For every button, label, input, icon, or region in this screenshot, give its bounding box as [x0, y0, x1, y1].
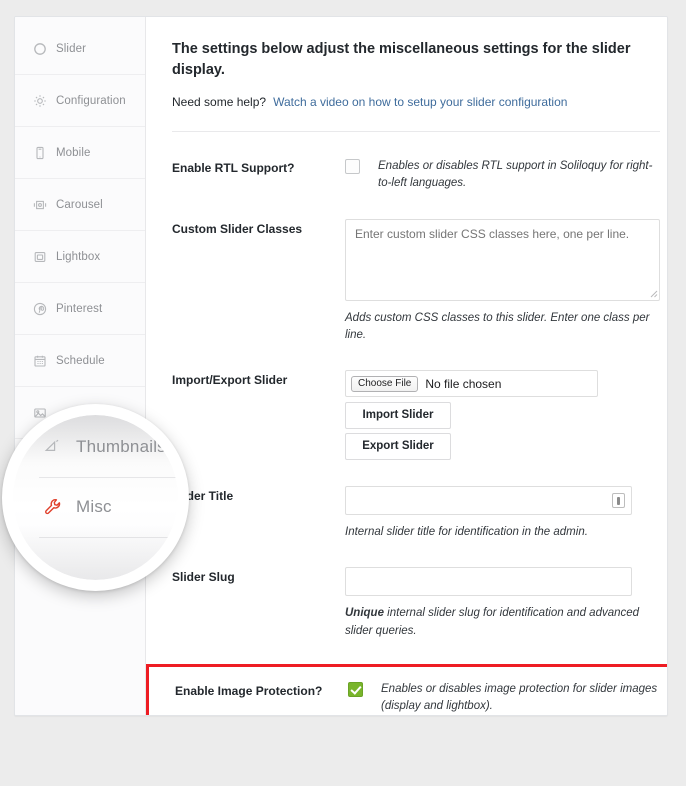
image-protection-description: Enables or disables image protection for… — [381, 682, 658, 713]
pinterest-icon — [33, 302, 47, 316]
slider-slug-description-emphasis: Unique — [345, 607, 384, 620]
help-video-link[interactable]: Watch a video on how to setup your slide… — [273, 95, 567, 109]
slider-slug-description-rest: internal slider slug for identification … — [345, 607, 640, 637]
help-row: Need some help? Watch a video on how to s… — [172, 95, 660, 109]
password-reveal-icon[interactable] — [612, 493, 625, 509]
sidebar-item-carousel[interactable]: Carousel — [15, 179, 145, 231]
wrench-icon — [43, 497, 63, 517]
lightbox-icon — [33, 250, 47, 264]
circle-icon — [33, 42, 47, 56]
magnifier-content: Thumbnails Misc — [13, 415, 178, 580]
calendar-icon — [33, 354, 47, 368]
custom-slider-classes-description: Adds custom CSS classes to this slider. … — [345, 311, 650, 341]
rtl-support-checkbox[interactable] — [345, 159, 360, 175]
magnified-item-misc[interactable]: Misc — [43, 497, 112, 517]
sidebar-item-label: Schedule — [56, 354, 105, 367]
setting-row-custom-classes: Custom Slider Classes Adds custom CSS cl… — [172, 193, 660, 345]
sidebar-item-lightbox[interactable]: Lightbox — [15, 231, 145, 283]
sidebar-item-label: Lightbox — [56, 250, 101, 263]
sidebar-item-label: Slider — [56, 42, 87, 55]
sidebar-item-label: Pinterest — [56, 302, 103, 315]
setting-label-slider-title: Slider Title — [172, 489, 234, 504]
sidebar-item-label: Carousel — [56, 198, 103, 211]
sidebar-item-pinterest[interactable]: Pinterest — [15, 283, 145, 335]
sidebar-item-label: Configuration — [56, 94, 126, 107]
setting-row-slider-slug: Slider Slug Unique internal slider slug … — [172, 541, 660, 640]
magnifier-divider-top — [39, 477, 178, 478]
slider-title-description: Internal slider title for identification… — [345, 526, 588, 539]
export-slider-button[interactable]: Export Slider — [345, 433, 451, 461]
rtl-support-description: Enables or disables RTL support in Solil… — [378, 160, 653, 190]
mobile-icon — [33, 146, 47, 160]
magnified-item-thumbnails[interactable]: Thumbnails — [43, 437, 166, 457]
setting-row-import-export: Import/Export Slider Choose File No file… — [172, 344, 660, 461]
magnifier-lens: Thumbnails Misc — [2, 404, 189, 591]
custom-slider-classes-input[interactable] — [345, 218, 660, 301]
setting-label-slider-slug: Slider Slug — [172, 570, 235, 585]
sidebar-item-mobile[interactable]: Mobile — [15, 127, 145, 179]
file-status-label: No file chosen — [425, 376, 502, 391]
gear-icon — [33, 94, 47, 108]
settings-card: Slider Configuration Mobile Carousel Lig… — [14, 16, 668, 716]
slider-slug-description: Unique internal slider slug for identifi… — [345, 605, 657, 640]
setting-row-image-protection: Enable Image Protection? Enables or disa… — [146, 663, 667, 715]
choose-file-button[interactable]: Choose File — [351, 375, 419, 392]
import-slider-button[interactable]: Import Slider — [345, 402, 451, 430]
image-protection-checkbox[interactable] — [348, 681, 363, 697]
page-title: The settings below adjust the miscellane… — [172, 41, 631, 79]
settings-content: The settings below adjust the miscellane… — [146, 17, 667, 715]
magnifier-divider-bottom — [39, 537, 178, 538]
magnified-item-label: Misc — [76, 497, 112, 516]
setting-label-custom-classes: Custom Slider Classes — [172, 221, 303, 236]
setting-label-import-export: Import/Export Slider — [172, 373, 288, 388]
sidebar-item-configuration[interactable]: Configuration — [15, 75, 145, 127]
help-prefix-label: Need some help? — [172, 95, 267, 110]
slider-slug-input[interactable] — [345, 567, 632, 597]
sidebar-item-schedule[interactable]: Schedule — [15, 335, 145, 387]
setting-row-slider-title: Slider Title Internal slider title for i… — [172, 460, 660, 541]
magnified-item-label: Thumbnails — [76, 437, 166, 456]
screenshot-root: Slider Configuration Mobile Carousel Lig… — [0, 0, 686, 786]
setting-label-image-protection: Enable Image Protection? — [175, 683, 323, 698]
slider-title-input[interactable] — [345, 486, 632, 516]
setting-label-rtl: Enable RTL Support? — [172, 161, 295, 176]
setting-row-image-protection-wrap: Enable Image Protection? Enables or disa… — [146, 663, 667, 715]
setting-row-rtl: Enable RTL Support? Enables or disables … — [172, 132, 660, 193]
settings-sidebar: Slider Configuration Mobile Carousel Lig… — [15, 17, 146, 715]
sidebar-item-slider[interactable]: Slider — [15, 23, 145, 75]
slider-file-input[interactable]: Choose File No file chosen — [345, 370, 598, 398]
carousel-icon — [33, 198, 47, 212]
sidebar-item-label: Mobile — [56, 146, 91, 159]
thumbnails-icon — [43, 437, 63, 457]
